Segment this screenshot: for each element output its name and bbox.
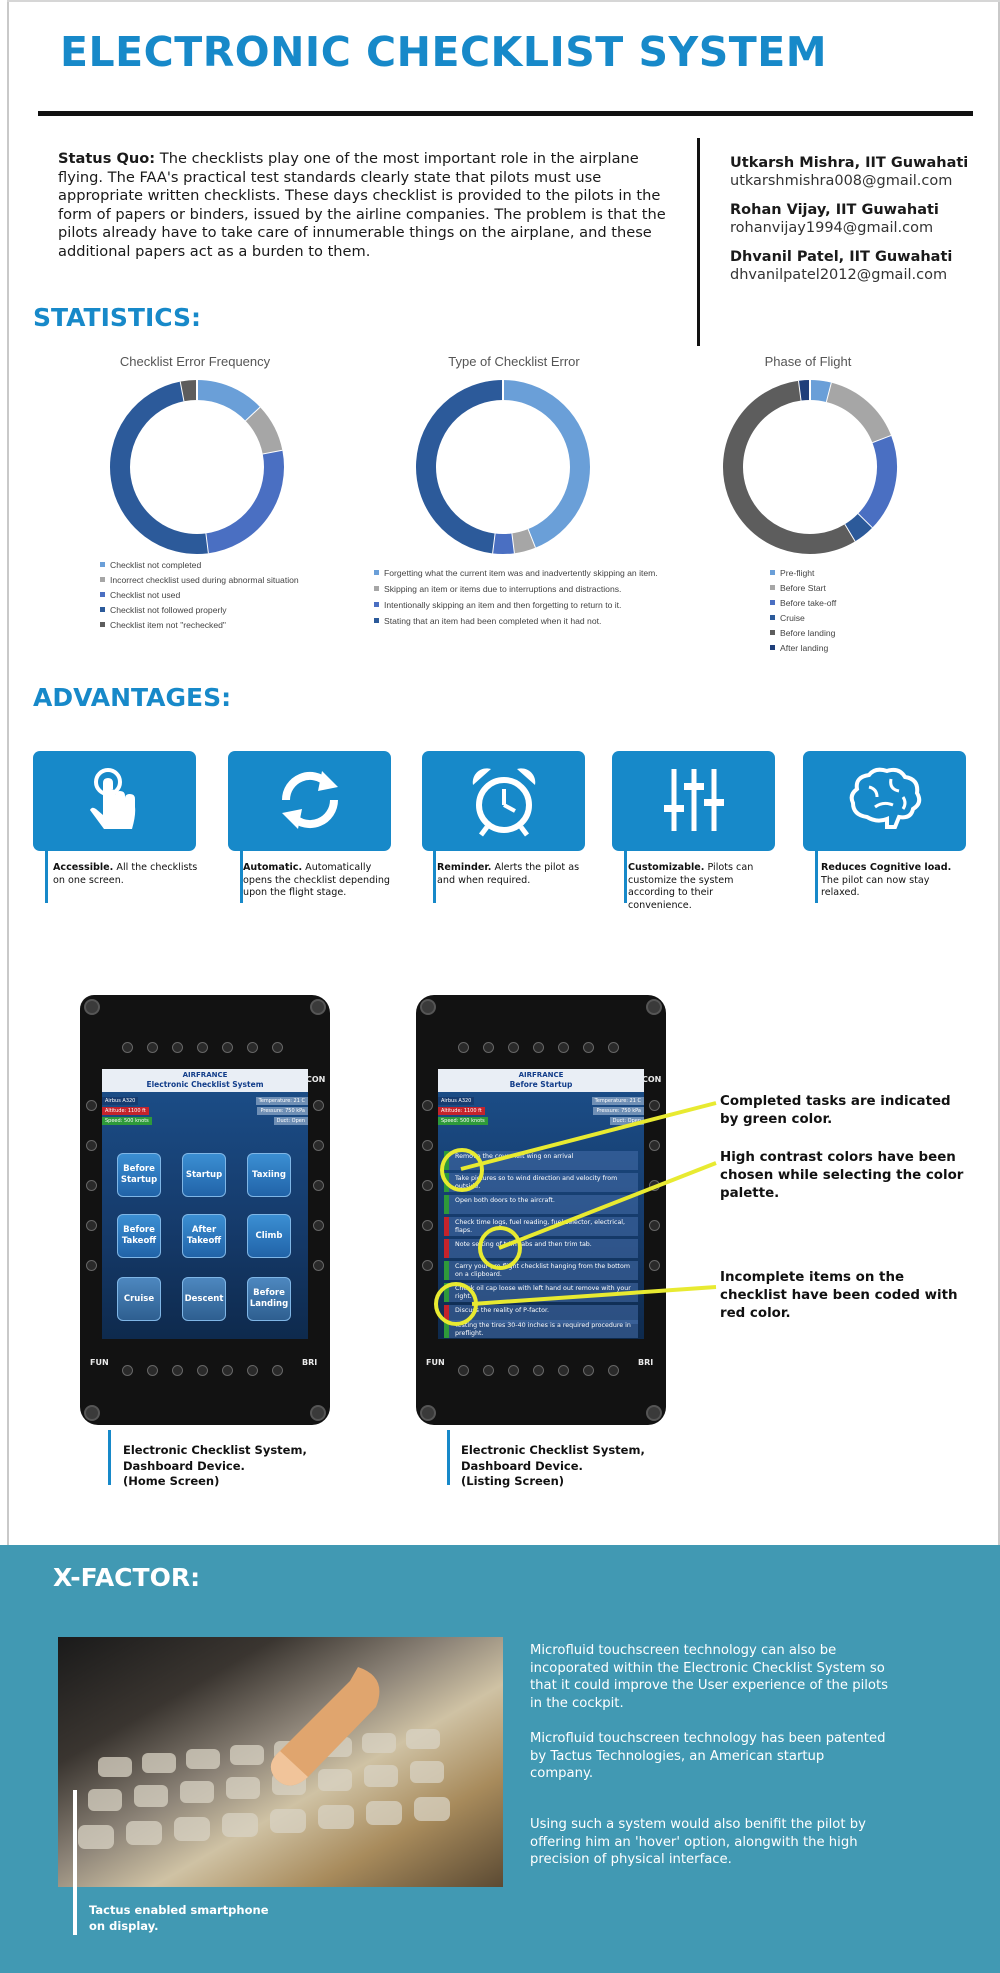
photo-caption-bar [73, 1790, 77, 1935]
callout-ring [434, 1282, 478, 1326]
caption-bar [447, 1430, 450, 1485]
caption-line: Dashboard Device. [461, 1458, 583, 1473]
home-screen-caption: Electronic Checklist System, Dashboard D… [123, 1443, 307, 1490]
keyboard-illustration [78, 1667, 450, 1849]
caption-line: Dashboard Device. [123, 1458, 245, 1473]
poster-page: ELECTRONIC CHECKLIST SYSTEM Status Quo: … [0, 0, 1000, 1973]
xfactor-paragraph: Using such a system would also benifit t… [530, 1817, 866, 1867]
xfactor-paragraph: Microfluid touchscreen technology can al… [530, 1643, 889, 1711]
callout-incomplete: Incomplete items on the checklist have b… [720, 1270, 958, 1321]
xfactor-paragraph: Microfluid touchscreen technology has be… [530, 1731, 886, 1781]
listing-screen-caption: Electronic Checklist System, Dashboard D… [461, 1443, 645, 1490]
caption-bar [108, 1430, 111, 1485]
tactus-smartphone-photo [58, 1637, 503, 1887]
callout-ring [478, 1226, 522, 1270]
caption-line: Electronic Checklist System, [461, 1443, 645, 1457]
caption-line: Electronic Checklist System, [123, 1443, 307, 1457]
callout-ring [440, 1148, 484, 1192]
caption-line: (Home Screen) [123, 1474, 220, 1488]
callout-completed: Completed tasks are indicated by green c… [720, 1094, 951, 1127]
caption-line: (Listing Screen) [461, 1474, 565, 1488]
callout-contrast: High contrast colors have been chosen wh… [720, 1150, 964, 1201]
caption-line: on display. [89, 1918, 159, 1933]
caption-line: Tactus enabled smartphone [89, 1903, 269, 1917]
xfactor-heading: X-FACTOR: [53, 1563, 201, 1592]
photo-caption: Tactus enabled smartphone on display. [89, 1903, 269, 1934]
